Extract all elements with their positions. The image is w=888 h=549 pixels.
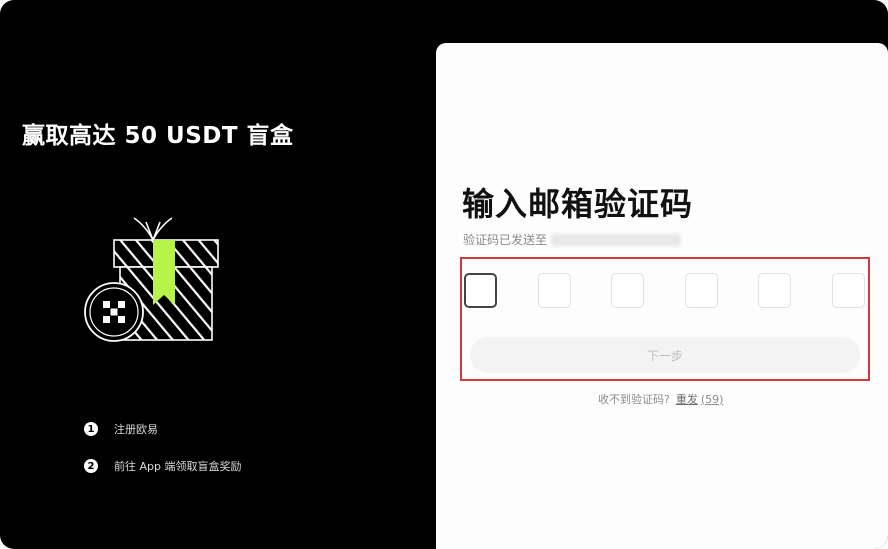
- step-number-badge: 1: [84, 422, 98, 436]
- step-text: 注册欧易: [114, 423, 158, 436]
- code-input-6[interactable]: [832, 273, 865, 308]
- gift-box-icon: [84, 217, 219, 342]
- verification-panel: 输入邮箱验证码 验证码已发送至 下一步 收不到验证码? 重发 (59): [436, 43, 888, 549]
- resend-countdown: (59): [700, 392, 724, 406]
- sent-to-label: 验证码已发送至: [463, 233, 548, 247]
- code-input-3[interactable]: [611, 273, 644, 308]
- code-input-4[interactable]: [685, 273, 718, 308]
- no-code-label: 收不到验证码?: [598, 393, 670, 406]
- code-input-2[interactable]: [538, 273, 571, 308]
- code-input-1[interactable]: [464, 273, 497, 308]
- highlight-box: 下一步: [460, 257, 870, 381]
- app-window: 赢取高达 50 USDT 盲盒 1 注册欧易 2 前往 App 端领取盲盒奖励 …: [0, 0, 888, 549]
- step-text: 前往 App 端领取盲盒奖励: [114, 460, 242, 473]
- masked-email: [551, 233, 682, 246]
- sent-to-row: 验证码已发送至: [463, 231, 682, 248]
- resend-link[interactable]: 重发: [676, 391, 698, 407]
- resend-row: 收不到验证码? 重发 (59): [598, 391, 723, 407]
- promo-step: 2 前往 App 端领取盲盒奖励: [84, 457, 241, 475]
- promo-step: 1 注册欧易: [84, 420, 241, 438]
- next-step-button[interactable]: 下一步: [470, 337, 860, 373]
- verification-title: 输入邮箱验证码: [462, 185, 694, 223]
- promo-steps: 1 注册欧易 2 前往 App 端领取盲盒奖励: [84, 420, 241, 494]
- code-input-5[interactable]: [758, 273, 791, 308]
- step-number-badge: 2: [84, 459, 98, 473]
- promo-title: 赢取高达 50 USDT 盲盒: [22, 123, 294, 149]
